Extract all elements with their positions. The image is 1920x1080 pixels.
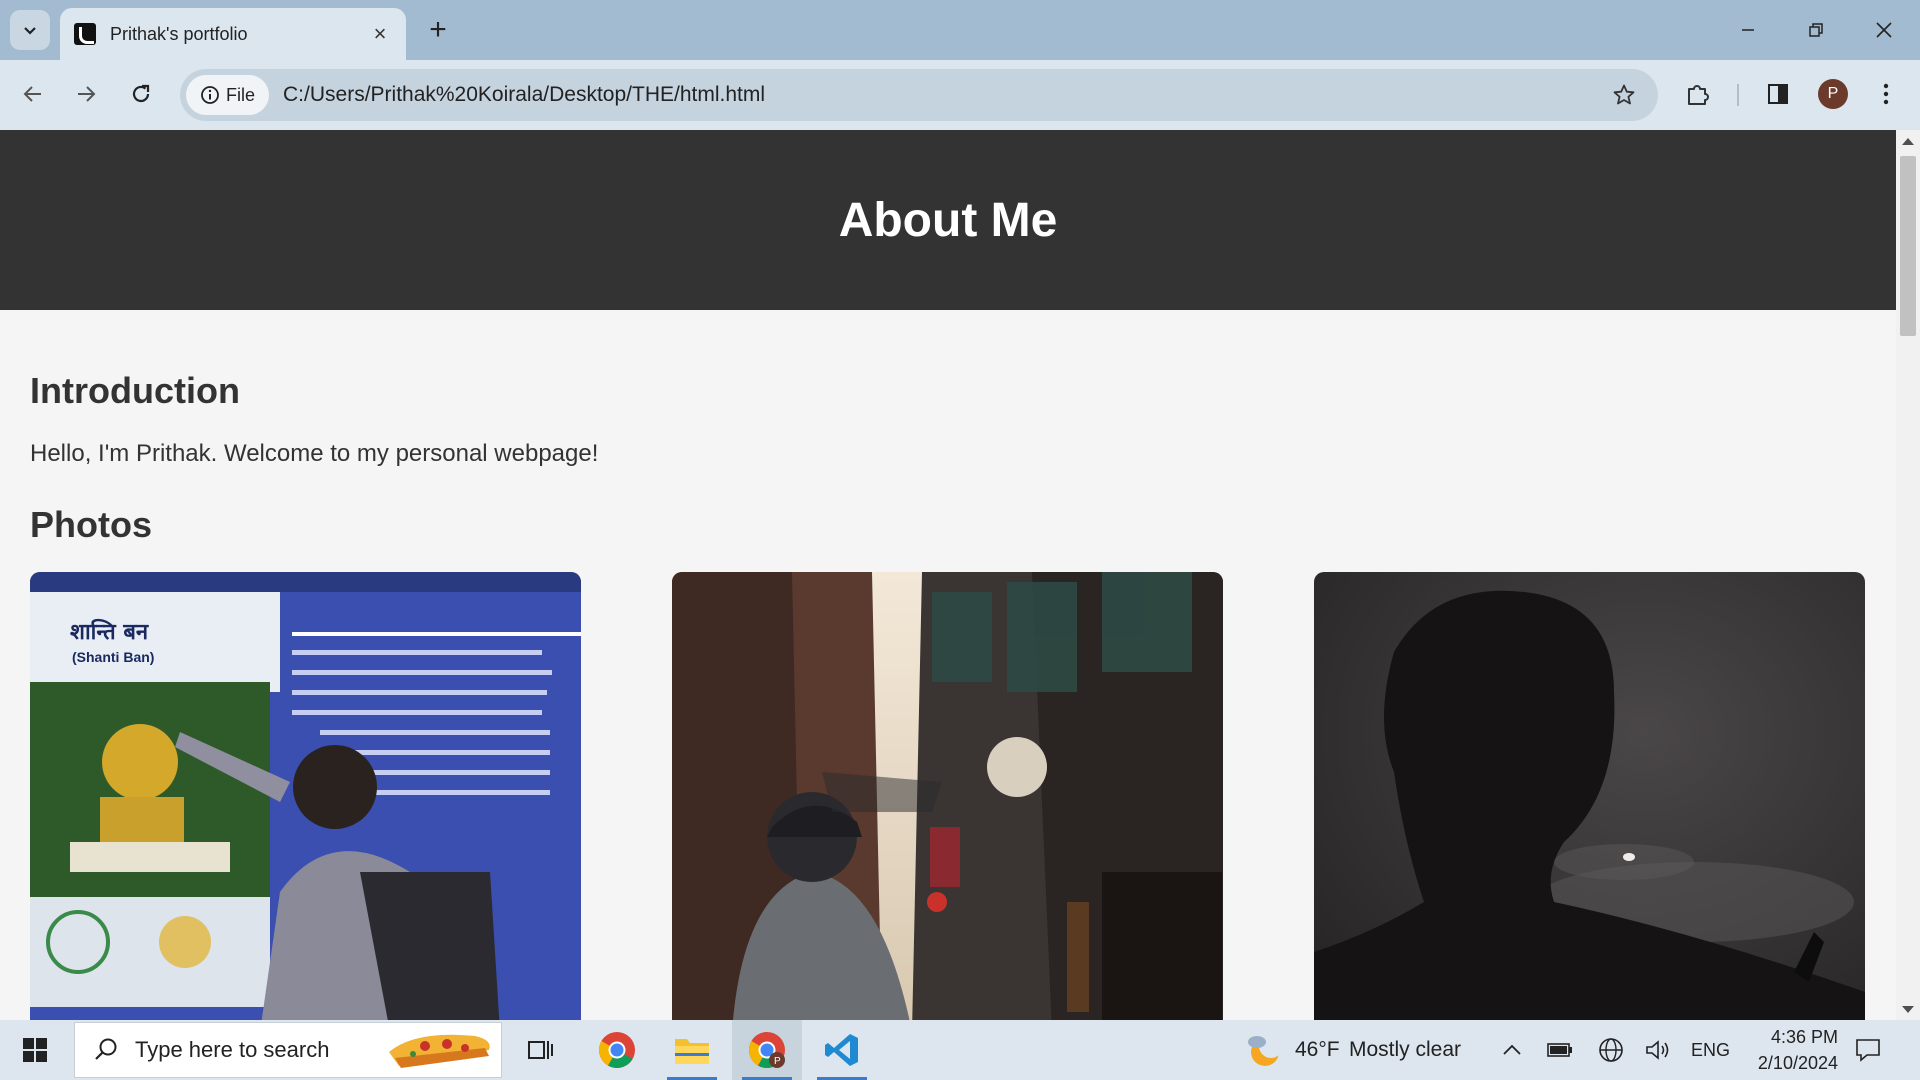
bookmark-button[interactable] xyxy=(1604,75,1644,115)
taskbar-vscode[interactable] xyxy=(807,1020,877,1080)
arrow-right-icon xyxy=(78,86,96,102)
notification-icon xyxy=(1856,1039,1880,1062)
folder-icon xyxy=(675,1039,709,1064)
globe-icon xyxy=(1599,1038,1623,1062)
battery-icon xyxy=(1547,1043,1572,1057)
more-vertical-icon xyxy=(1883,83,1889,105)
battery-button[interactable] xyxy=(1547,1020,1573,1080)
chevron-up-icon xyxy=(1503,1044,1521,1055)
start-button[interactable] xyxy=(0,1020,70,1080)
search-icon xyxy=(95,1038,117,1060)
taskbar-search-box[interactable]: Type here to search xyxy=(74,1022,502,1078)
language-indicator[interactable]: ENG xyxy=(1691,1020,1730,1080)
intro-heading: Introduction xyxy=(30,370,240,411)
minimize-button[interactable] xyxy=(1714,0,1782,60)
back-button[interactable] xyxy=(13,74,53,114)
close-icon xyxy=(1876,22,1892,38)
chevron-down-icon xyxy=(24,27,36,35)
system-clock[interactable]: 4:36 PM 2/10/2024 xyxy=(1738,1024,1838,1076)
browser-tab[interactable]: Prithak's portfolio × xyxy=(60,8,406,60)
taskbar-file-explorer[interactable] xyxy=(657,1020,727,1080)
weather-condition[interactable]: Mostly clear xyxy=(1349,1020,1461,1080)
taskbar-chrome-profile[interactable]: P xyxy=(732,1020,802,1080)
page-content: Introduction Hello, I'm Prithak. Welcome… xyxy=(0,370,1896,1020)
tab-close-button[interactable]: × xyxy=(368,21,392,47)
reload-button[interactable] xyxy=(121,74,161,114)
toolbar-divider xyxy=(1737,84,1739,106)
profile-button[interactable]: P xyxy=(1813,74,1853,114)
taskbar-chrome[interactable] xyxy=(582,1020,652,1080)
photo-alley xyxy=(672,572,1223,1020)
clock-time: 4:36 PM xyxy=(1770,1027,1838,1047)
page-header: About Me xyxy=(0,130,1896,310)
close-window-button[interactable] xyxy=(1850,0,1918,60)
page-viewport: About Me Introduction Hello, I'm Prithak… xyxy=(0,130,1896,1020)
volume-button[interactable] xyxy=(1645,1020,1671,1080)
scrollbar-thumb[interactable] xyxy=(1900,156,1916,336)
browser-toolbar: File C:/Users/Prithak%20Koirala/Desktop/… xyxy=(0,60,1920,130)
photo-silhouette xyxy=(1314,572,1865,1020)
vscode-icon xyxy=(825,1034,858,1066)
side-panel-button[interactable] xyxy=(1758,74,1798,114)
scroll-down-arrow-icon[interactable] xyxy=(1902,1006,1914,1013)
taskbar: Type here to search P 46°F Mostly clear … xyxy=(0,1020,1920,1080)
speaker-icon xyxy=(1646,1040,1669,1060)
chrome-icon xyxy=(598,1032,635,1069)
site-info-chip[interactable]: File xyxy=(186,75,270,115)
weather-moon-cloud-icon xyxy=(1248,1034,1283,1066)
extensions-button[interactable] xyxy=(1678,74,1718,114)
forward-button[interactable] xyxy=(66,74,106,114)
avatar: P xyxy=(1818,79,1848,109)
arrow-left-icon xyxy=(23,86,41,102)
sign-subtitle: (Shanti Ban) xyxy=(72,649,154,665)
search-placeholder: Type here to search xyxy=(135,1037,330,1062)
intro-text: Hello, I'm Prithak. Welcome to my person… xyxy=(30,440,599,467)
chrome-profile-icon: P xyxy=(748,1032,785,1069)
windows-logo-icon xyxy=(23,1038,47,1062)
url-text[interactable]: C:/Users/Prithak%20Koirala/Desktop/THE/h… xyxy=(283,83,1604,107)
page-title: About Me xyxy=(838,193,1058,247)
task-view-button[interactable] xyxy=(505,1020,575,1080)
side-panel-icon xyxy=(1768,84,1788,104)
page-scrollbar[interactable] xyxy=(1896,130,1920,1020)
clock-date: 2/10/2024 xyxy=(1757,1053,1838,1073)
star-icon xyxy=(1613,84,1635,105)
info-icon xyxy=(201,86,219,104)
new-tab-button[interactable]: + xyxy=(422,12,454,48)
task-view-icon xyxy=(528,1041,553,1059)
tab-search-button[interactable] xyxy=(10,10,50,50)
restore-icon xyxy=(1809,23,1823,37)
menu-button[interactable] xyxy=(1866,74,1906,114)
reload-icon xyxy=(132,84,150,103)
scroll-up-arrow-icon[interactable] xyxy=(1902,138,1914,145)
site-info-label: File xyxy=(226,84,256,105)
tab-strip: Prithak's portfolio × + xyxy=(0,0,1920,60)
address-bar[interactable]: File C:/Users/Prithak%20Koirala/Desktop/… xyxy=(180,69,1658,121)
pizza-highlight-icon xyxy=(389,1034,491,1068)
photos-heading: Photos xyxy=(30,504,152,545)
restore-button[interactable] xyxy=(1782,0,1850,60)
puzzle-icon xyxy=(1688,85,1709,105)
show-hidden-icons-button[interactable] xyxy=(1502,1020,1522,1080)
favicon-icon xyxy=(74,23,96,45)
network-button[interactable] xyxy=(1598,1020,1624,1080)
weather-temperature[interactable]: 46°F xyxy=(1295,1020,1340,1080)
svg-text:P: P xyxy=(774,1056,781,1067)
tab-title: Prithak's portfolio xyxy=(110,23,248,44)
sign-title: शान्ति बन xyxy=(70,618,149,645)
photo-gallery: शान्ति बन (Shanti Ban) xyxy=(30,572,1866,1020)
minimize-icon xyxy=(1742,29,1754,31)
notifications-button[interactable] xyxy=(1855,1020,1881,1080)
photo-shanti-ban: शान्ति बन (Shanti Ban) xyxy=(30,572,581,1020)
